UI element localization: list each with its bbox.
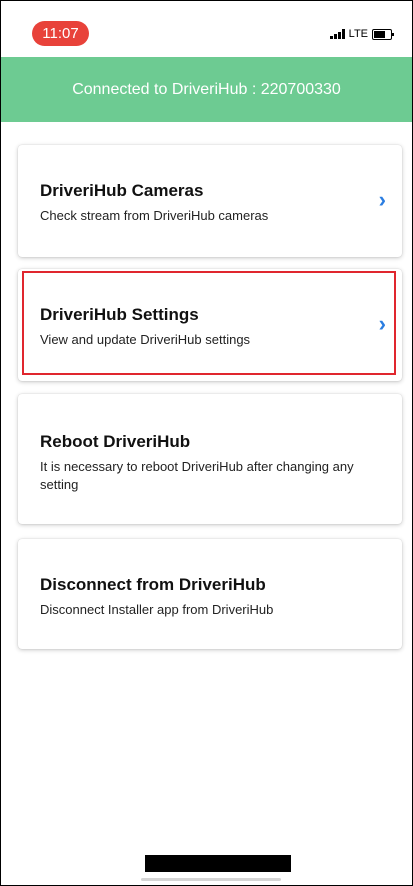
menu-item-subtitle: View and update DriveriHub settings — [40, 332, 251, 347]
menu-item-subtitle: Disconnect Installer app from DriveriHub — [40, 602, 274, 617]
status-icons: LTE — [329, 27, 394, 41]
network-type: LTE — [348, 28, 368, 40]
redaction-bar — [145, 855, 291, 872]
menu-item-subtitle: Check stream from DriveriHub cameras — [40, 208, 269, 223]
battery-icon — [372, 28, 394, 40]
status-bar: 11:07 LTE — [1, 1, 412, 57]
chevron-right-icon: › — [378, 311, 386, 336]
signal-icon — [329, 29, 345, 39]
menu-item-title: Disconnect from DriveriHub — [40, 575, 266, 594]
menu-item-disconnect[interactable]: Disconnect from DriveriHub Disconnect In… — [18, 539, 402, 649]
menu-item-cameras[interactable]: DriveriHub Cameras Check stream from Dri… — [18, 145, 402, 257]
menu-item-subtitle: It is necessary to reboot DriveriHub aft… — [40, 459, 354, 492]
phone-screen: 11:07 LTE Connected to DriveriHub : 2207… — [0, 0, 413, 886]
connection-header: Connected to DriveriHub : 220700330 — [1, 57, 412, 122]
home-indicator[interactable] — [141, 878, 281, 881]
menu-item-settings[interactable]: DriveriHub Settings View and update Driv… — [18, 269, 402, 381]
menu-item-title: Reboot DriveriHub — [40, 432, 191, 451]
chevron-right-icon: › — [378, 187, 386, 212]
status-time: 11:07 — [32, 21, 89, 46]
menu-item-title: DriveriHub Cameras — [40, 181, 204, 200]
menu-item-title: DriveriHub Settings — [40, 305, 199, 324]
menu-item-reboot[interactable]: Reboot DriveriHub It is necessary to reb… — [18, 394, 402, 524]
